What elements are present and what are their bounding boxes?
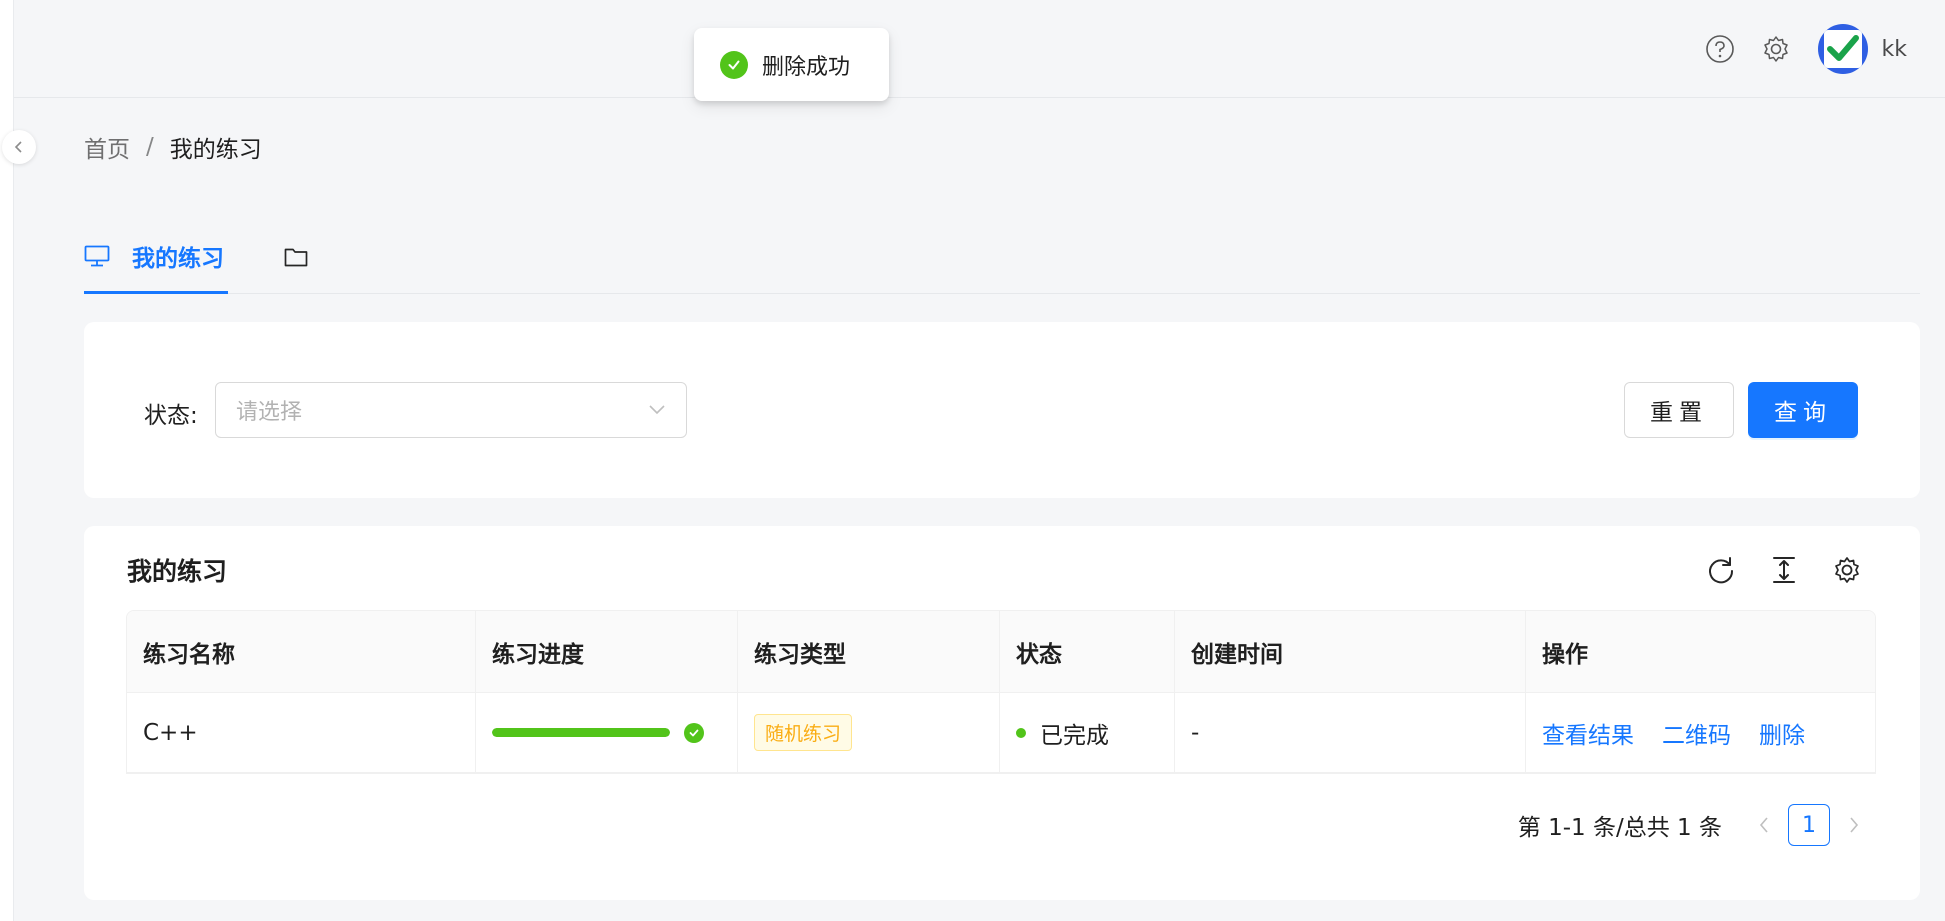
tab-folder[interactable] xyxy=(284,228,314,294)
pagination-summary: 第 1-1 条/总共 1 条 xyxy=(1517,815,1722,841)
table-row: C++ 随机练习 已完成 - 查看结果 二维码 删除 xyxy=(127,693,1875,773)
cell-actions: 查看结果 二维码 删除 xyxy=(1526,693,1875,772)
column-header-status: 状态 xyxy=(1000,611,1175,692)
column-settings-button[interactable] xyxy=(1815,550,1878,590)
chevron-down-icon xyxy=(649,405,665,415)
query-button[interactable]: 查询 xyxy=(1748,382,1858,438)
toast-message: 删除成功 xyxy=(762,54,851,80)
chevron-left-icon xyxy=(1759,817,1768,833)
tab-my-practice[interactable]: 我的练习 xyxy=(84,228,228,294)
column-header-actions: 操作 xyxy=(1542,641,1588,668)
table-toolbar xyxy=(1689,550,1878,590)
help-button[interactable] xyxy=(1692,24,1748,74)
delete-link[interactable]: 删除 xyxy=(1759,716,1805,750)
reset-button[interactable]: 重置 xyxy=(1624,382,1734,438)
status-text: 已完成 xyxy=(1040,722,1109,749)
page-number-button[interactable]: 1 xyxy=(1788,804,1830,846)
table-card: 我的练习 练习名称 练习进度 练习类型 状态 创建时间 操作 C++ 随机练习 … xyxy=(84,526,1920,900)
folder-icon xyxy=(284,248,308,267)
type-tag: 随机练习 xyxy=(754,714,853,751)
settings-button[interactable] xyxy=(1748,24,1804,74)
next-page-button[interactable] xyxy=(1834,805,1874,845)
question-icon xyxy=(1705,35,1734,63)
breadcrumb-separator: / xyxy=(146,134,154,160)
status-dot xyxy=(1016,727,1026,738)
cell-status: 已完成 xyxy=(1000,693,1175,772)
filter-card: 状态: 请选择 重置 查询 xyxy=(84,322,1920,498)
progress-bar xyxy=(492,722,704,743)
reload-button[interactable] xyxy=(1689,550,1752,590)
column-header-progress: 练习进度 xyxy=(476,611,738,692)
qr-code-link[interactable]: 二维码 xyxy=(1662,716,1731,750)
cell-created: - xyxy=(1175,693,1526,772)
avatar xyxy=(1817,24,1868,74)
tab-label: 我的练习 xyxy=(132,245,224,272)
success-toast: 删除成功 xyxy=(694,28,889,101)
user-menu[interactable]: kk xyxy=(1817,24,1907,74)
check-circle-icon xyxy=(720,50,748,79)
cell-progress xyxy=(476,693,738,772)
gear-icon xyxy=(1763,36,1788,62)
column-header-created: 创建时间 xyxy=(1175,611,1526,692)
gear-icon xyxy=(1834,557,1859,583)
view-result-link[interactable]: 查看结果 xyxy=(1542,716,1634,750)
cell-name: C++ xyxy=(127,693,476,772)
chevron-left-icon xyxy=(14,141,22,153)
density-button[interactable] xyxy=(1752,550,1815,590)
status-select-placeholder: 请选择 xyxy=(236,400,303,425)
header-actions: kk xyxy=(1692,24,1907,74)
check-circle-icon xyxy=(684,722,704,743)
column-height-icon xyxy=(1772,557,1795,583)
top-header: kk xyxy=(14,0,1945,98)
column-header-name: 练习名称 xyxy=(127,611,476,692)
prev-page-button[interactable] xyxy=(1744,805,1784,845)
breadcrumb-current: 我的练习 xyxy=(169,137,262,163)
practice-table: 练习名称 练习进度 练习类型 状态 创建时间 操作 C++ 随机练习 已完成 -… xyxy=(126,610,1876,774)
cell-type: 随机练习 xyxy=(738,693,1000,772)
sidebar-collapse-button[interactable] xyxy=(2,130,36,164)
pagination: 第 1-1 条/总共 1 条 1 xyxy=(1518,804,1878,846)
chevron-right-icon xyxy=(1850,817,1859,833)
table-header-row: 练习名称 练习进度 练习类型 状态 创建时间 操作 xyxy=(127,611,1875,693)
tab-bar: 我的练习 xyxy=(84,228,1920,294)
table-title: 我的练习 xyxy=(127,557,228,586)
checkmark-logo-icon xyxy=(1826,35,1859,61)
status-filter-label: 状态: xyxy=(144,403,198,429)
username: kk xyxy=(1881,36,1907,62)
desktop-icon xyxy=(84,245,110,266)
reload-icon xyxy=(1708,557,1733,584)
breadcrumb: 首页 / 我的练习 xyxy=(84,130,262,164)
status-select[interactable]: 请选择 xyxy=(215,382,687,438)
column-header-type: 练习类型 xyxy=(738,611,1000,692)
breadcrumb-home[interactable]: 首页 xyxy=(84,130,130,164)
progress-fill xyxy=(492,728,670,737)
